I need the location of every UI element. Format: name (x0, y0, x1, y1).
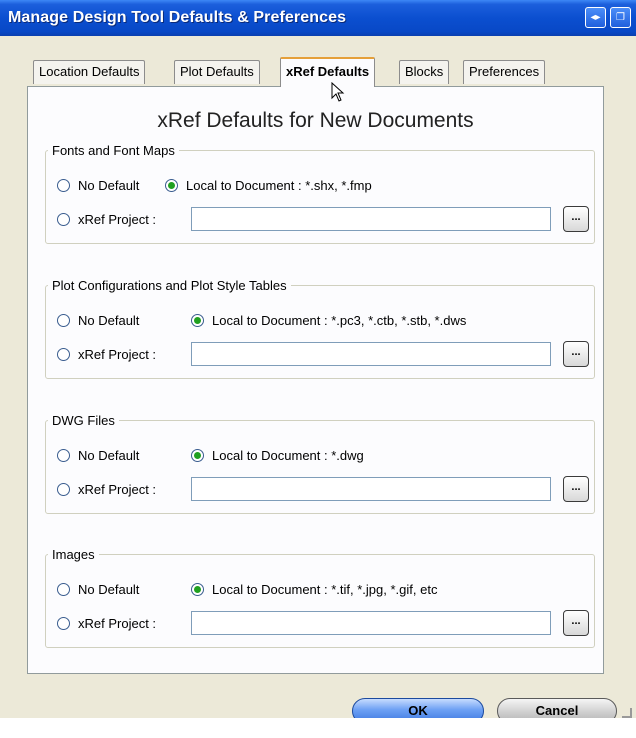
radio-local-to-document[interactable]: Local to Document : *.dwg (191, 448, 364, 463)
browse-button[interactable]: ... (563, 341, 589, 367)
radio-circle-icon (57, 583, 70, 596)
radio-selected-icon (191, 583, 204, 596)
radio-local-to-document[interactable]: Local to Document : *.tif, *.jpg, *.gif,… (191, 582, 437, 597)
group-fonts-font-maps: Fonts and Font Maps No Default Local to … (45, 143, 595, 244)
browse-button[interactable]: ... (563, 206, 589, 232)
radio-no-default[interactable]: No Default (57, 178, 139, 193)
radio-no-default[interactable]: No Default (57, 582, 139, 597)
radio-no-default[interactable]: No Default (57, 448, 139, 463)
group-images: Images No Default Local to Document : *.… (45, 547, 595, 648)
radio-circle-icon (57, 213, 70, 226)
radio-local-to-document[interactable]: Local to Document : *.pc3, *.ctb, *.stb,… (191, 313, 466, 328)
tab-location-defaults[interactable]: Location Defaults (33, 60, 146, 84)
radio-selected-icon (191, 449, 204, 462)
xref-project-path-input[interactable] (191, 207, 551, 231)
radio-label: xRef Project : (78, 616, 157, 631)
xref-project-path-input[interactable] (191, 611, 551, 635)
tab-plot-defaults[interactable]: Plot Defaults (174, 60, 260, 84)
group-legend: DWG Files (52, 413, 115, 428)
radio-selected-icon (165, 179, 178, 192)
panel-heading: xRef Defaults for New Documents (157, 109, 474, 132)
radio-local-to-document[interactable]: Local to Document : *.shx, *.fmp (165, 178, 372, 193)
radio-circle-icon (57, 348, 70, 361)
browse-button[interactable]: ... (563, 476, 589, 502)
radio-circle-icon (57, 617, 70, 630)
xref-project-path-input[interactable] (191, 477, 551, 501)
xref-defaults-panel: xRef Defaults for New Documents Fonts an… (27, 86, 604, 674)
scroll-arrows-icon[interactable]: ◂▸ (585, 7, 606, 28)
radio-circle-icon (57, 483, 70, 496)
radio-selected-icon (191, 314, 204, 327)
browse-button[interactable]: ... (563, 610, 589, 636)
cancel-button[interactable]: Cancel (497, 698, 617, 718)
ok-button[interactable]: OK (352, 698, 484, 718)
radio-label: xRef Project : (78, 212, 157, 227)
radio-label: Local to Document : *.pc3, *.ctb, *.stb,… (212, 313, 467, 328)
radio-label: Local to Document : *.shx, *.fmp (186, 178, 372, 193)
radio-label: xRef Project : (78, 347, 157, 362)
radio-label: No Default (78, 582, 140, 597)
group-legend: Fonts and Font Maps (52, 143, 175, 158)
group-dwg-files: DWG Files No Default Local to Document :… (45, 413, 595, 514)
dialog-window: Manage Design Tool Defaults & Preference… (0, 0, 636, 718)
radio-label: Local to Document : *.dwg (212, 448, 364, 463)
radio-circle-icon (57, 449, 70, 462)
mouse-pointer-icon (331, 82, 345, 102)
radio-xref-project[interactable]: xRef Project : (57, 482, 156, 497)
radio-label: No Default (78, 448, 140, 463)
radio-circle-icon (57, 314, 70, 327)
radio-xref-project[interactable]: xRef Project : (57, 347, 156, 362)
group-plot-configurations: Plot Configurations and Plot Style Table… (45, 278, 595, 379)
tab-strip: Location Defaults Plot Defaults xRef Def… (0, 57, 636, 87)
radio-xref-project[interactable]: xRef Project : (57, 616, 156, 631)
radio-circle-icon (57, 179, 70, 192)
radio-label: No Default (78, 313, 140, 328)
tab-xref-defaults[interactable]: xRef Defaults (280, 57, 376, 87)
xref-project-path-input[interactable] (191, 342, 551, 366)
radio-xref-project[interactable]: xRef Project : (57, 212, 156, 227)
radio-label: No Default (78, 178, 140, 193)
title-bar[interactable]: Manage Design Tool Defaults & Preference… (0, 0, 636, 36)
group-legend: Images (52, 547, 95, 562)
radio-no-default[interactable]: No Default (57, 313, 139, 328)
window-title: Manage Design Tool Defaults & Preference… (8, 9, 347, 26)
radio-label: Local to Document : *.tif, *.jpg, *.gif,… (212, 582, 438, 597)
radio-label: xRef Project : (78, 482, 157, 497)
restore-icon[interactable]: ❐ (610, 7, 631, 28)
resize-grip-icon[interactable] (622, 708, 632, 718)
tab-preferences[interactable]: Preferences (463, 60, 546, 84)
tab-blocks[interactable]: Blocks (399, 60, 450, 84)
group-legend: Plot Configurations and Plot Style Table… (52, 278, 287, 293)
